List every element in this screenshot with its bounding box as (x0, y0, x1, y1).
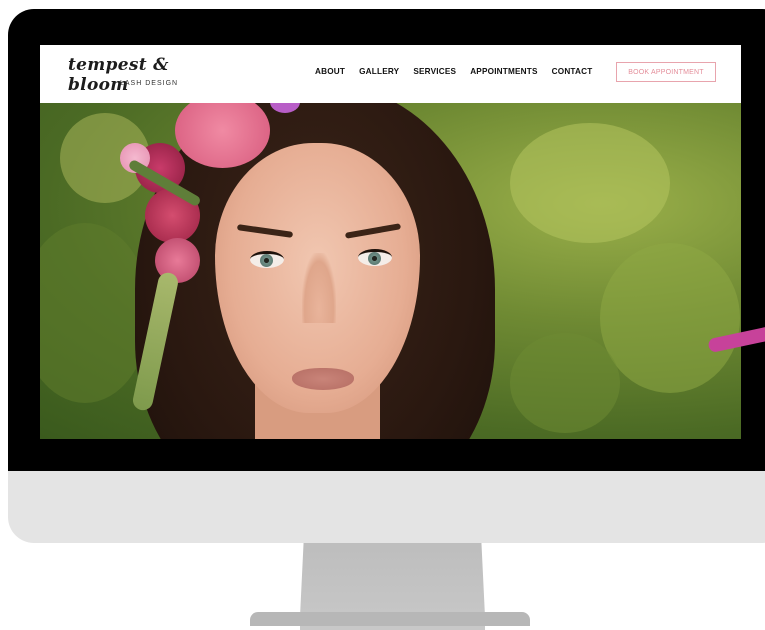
nav-about[interactable]: ABOUT (315, 67, 345, 76)
portrait-left-eye (250, 251, 284, 268)
site-logo[interactable]: tempest & bloom LASH DESIGN (68, 55, 218, 95)
book-appointment-button[interactable]: BOOK APPOINTMENT (616, 62, 716, 82)
foliage-blob (510, 333, 620, 433)
screen: tempest & bloom LASH DESIGN ABOUT GALLER… (40, 45, 741, 439)
portrait-lips (292, 368, 354, 390)
foliage-blob (600, 243, 740, 393)
foliage-blob (510, 123, 670, 243)
main-nav: ABOUT GALLERY SERVICES APPOINTMENTS CONT… (315, 67, 592, 76)
portrait-nose (302, 253, 336, 323)
logo-subtext: LASH DESIGN (120, 80, 179, 87)
monitor-chin (8, 471, 765, 543)
foliage-blob (40, 223, 150, 403)
nav-services[interactable]: SERVICES (413, 67, 456, 76)
logo-script-text: tempest & bloom (68, 55, 169, 95)
monitor-stand-base (250, 612, 530, 626)
nav-appointments[interactable]: APPOINTMENTS (470, 67, 537, 76)
hero-image (40, 103, 741, 439)
monitor: tempest & bloom LASH DESIGN ABOUT GALLER… (8, 9, 765, 543)
nav-gallery[interactable]: GALLERY (359, 67, 399, 76)
site-header: tempest & bloom LASH DESIGN ABOUT GALLER… (40, 45, 741, 103)
portrait-right-eye (358, 249, 392, 266)
nav-contact[interactable]: CONTACT (552, 67, 593, 76)
